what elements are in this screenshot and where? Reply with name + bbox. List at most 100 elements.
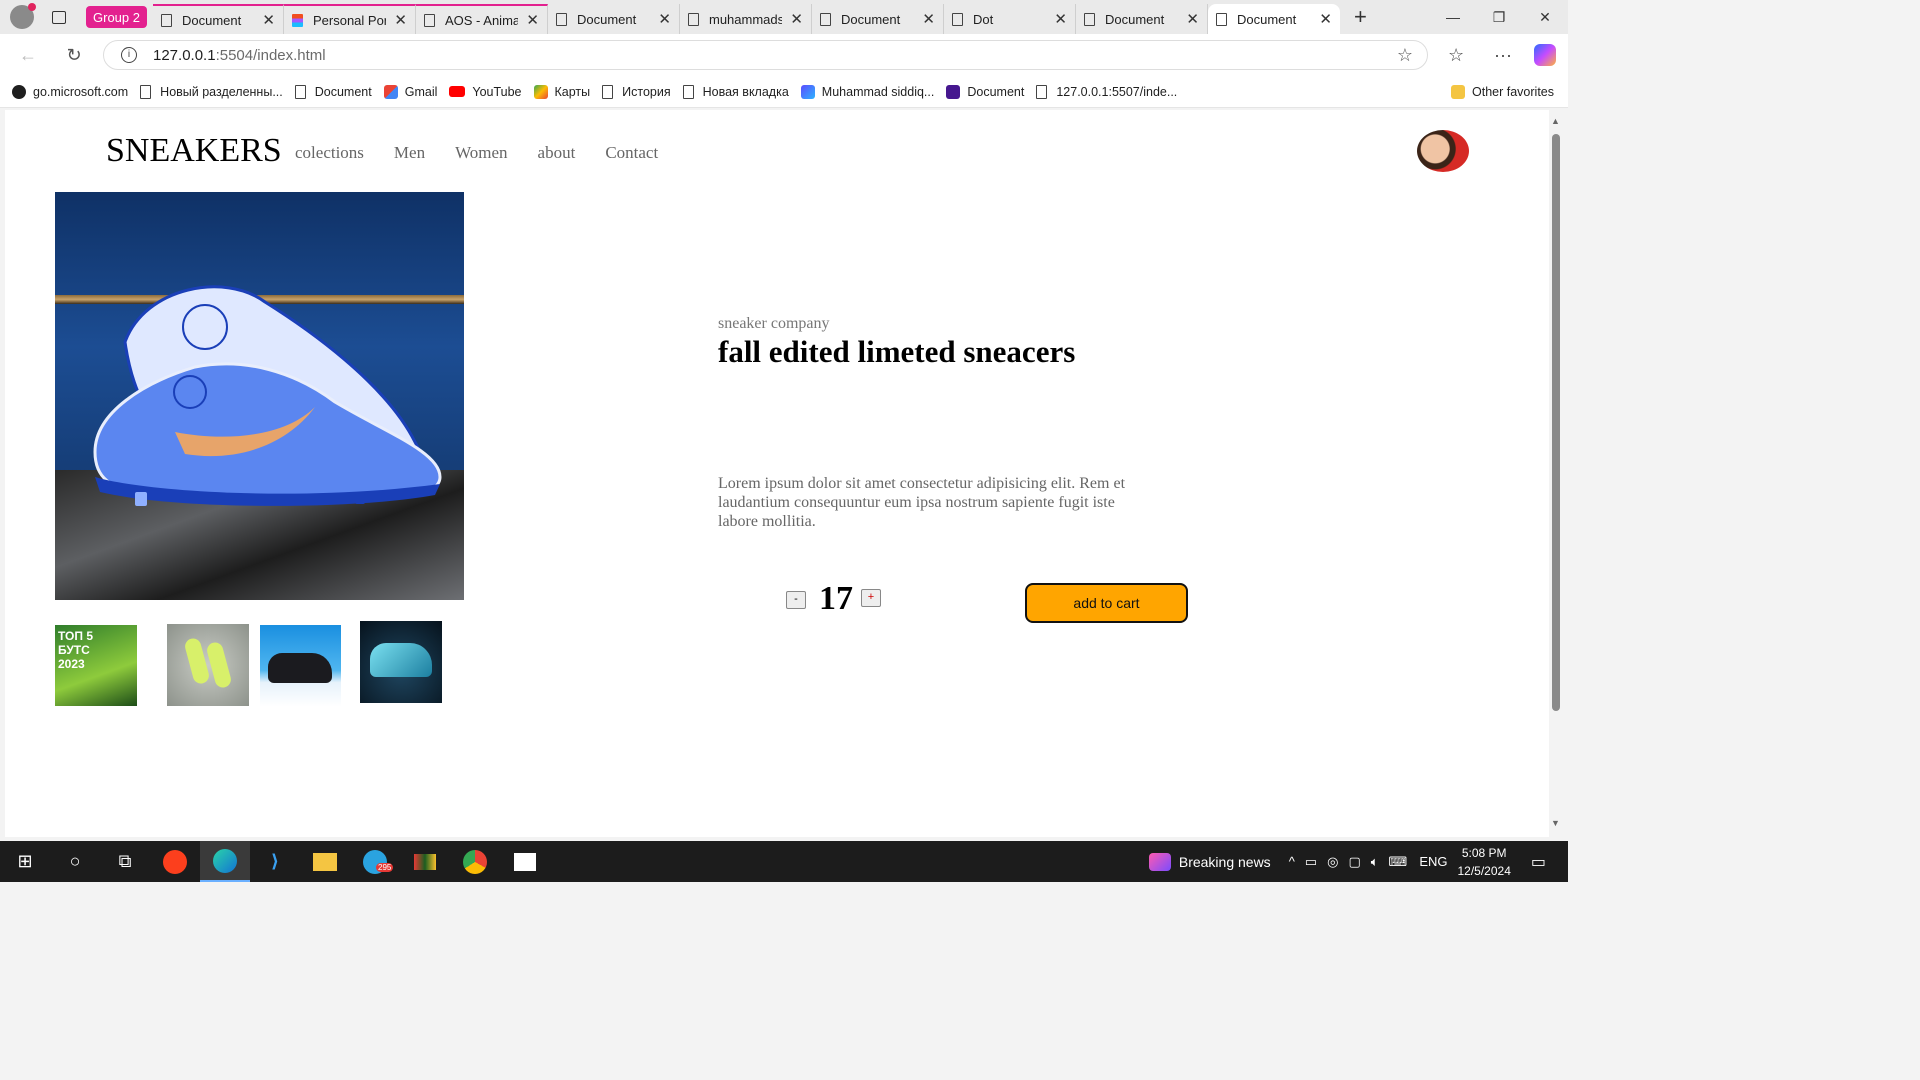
bookmark-other-favorites[interactable]: Other favorites (1451, 84, 1554, 99)
thumbnail-2[interactable] (167, 624, 249, 706)
language-indicator[interactable]: ENG (1419, 854, 1447, 869)
tab-muhammads[interactable]: muhammads ✕ (680, 4, 812, 34)
reload-icon[interactable]: ↻ (51, 45, 97, 66)
tab-personal-port[interactable]: Personal Port ✕ (283, 4, 416, 34)
user-avatar[interactable] (1417, 130, 1469, 172)
nav-about[interactable]: about (538, 143, 576, 163)
bookmarks-bar: go.microsoft.com Новый разделенны... Doc… (0, 76, 1568, 108)
address-bar-row: ← ↻ i 127.0.0.1:5504/index.html ☆ ☆ ··· (0, 34, 1568, 76)
bookmark-new-split[interactable]: Новый разделенны... (140, 84, 283, 99)
vscode-icon[interactable]: ⟩ (250, 841, 300, 882)
app-icon[interactable] (400, 841, 450, 882)
tab-document-2[interactable]: Document ✕ (548, 4, 680, 34)
page-icon (1036, 84, 1048, 99)
notifications-icon[interactable]: ▭ (1531, 852, 1546, 872)
search-icon[interactable]: ○ (50, 841, 100, 882)
page-icon (294, 84, 306, 99)
scrollbar-thumb[interactable] (1552, 134, 1560, 711)
folder-icon (1451, 84, 1466, 99)
tab-document-active[interactable]: Document ✕ (1207, 4, 1340, 34)
network-icon[interactable]: ◎ (1327, 854, 1338, 870)
new-tab-icon[interactable]: + (1354, 4, 1367, 30)
bookmark-new-tab[interactable]: Новая вкладка (682, 84, 789, 99)
close-tab-icon[interactable]: ✕ (658, 10, 671, 28)
youtube-icon (449, 86, 466, 97)
close-tab-icon[interactable]: ✕ (790, 10, 803, 28)
page-scrollbar[interactable]: ▲ ▼ (1549, 110, 1568, 837)
close-window-icon[interactable]: ✕ (1522, 0, 1568, 34)
scroll-up-icon[interactable]: ▲ (1551, 116, 1560, 126)
nav-women[interactable]: Women (455, 143, 507, 163)
bookmark-microsoft[interactable]: go.microsoft.com (12, 84, 128, 99)
battery-icon[interactable]: ▭ (1305, 854, 1317, 870)
bookmark-kahoot-document[interactable]: Document (946, 84, 1024, 99)
task-view-icon[interactable]: ⧉ (100, 841, 150, 882)
meet-icon[interactable]: ▢ (1348, 854, 1360, 870)
edge-icon[interactable] (200, 841, 250, 882)
thumbnail-1[interactable]: ТОП 5 БУТС 2023 (55, 625, 137, 706)
close-tab-icon[interactable]: ✕ (1186, 10, 1199, 28)
news-icon (1148, 852, 1171, 871)
bookmark-localhost[interactable]: 127.0.0.1:5507/inde... (1036, 84, 1177, 99)
site-info-icon[interactable]: i (121, 47, 137, 63)
thumbnail-3[interactable] (260, 625, 341, 707)
clock[interactable]: 5:08 PM 12/5/2024 (1457, 844, 1510, 880)
page-icon (951, 12, 963, 26)
microsoft-icon (12, 84, 26, 99)
scroll-down-icon[interactable]: ▼ (1551, 818, 1560, 828)
keyboard-icon[interactable]: ⌨ (1389, 854, 1408, 870)
bookmark-youtube[interactable]: YouTube (449, 85, 522, 99)
favorite-star-icon[interactable]: ☆ (1397, 45, 1413, 66)
start-icon[interactable]: ⊞ (0, 841, 50, 882)
close-tab-icon[interactable]: ✕ (1319, 10, 1332, 28)
page-icon (1215, 12, 1227, 26)
quantity-increase-button[interactable]: + (861, 589, 881, 607)
copilot-icon[interactable] (1534, 44, 1556, 66)
windows-taskbar: ⊞ ○ ⧉ ⟩ 295 Breaking news ^ ▭ ◎ ▢ 🔈︎ ⌨ E… (0, 841, 1568, 882)
close-tab-icon[interactable]: ✕ (262, 11, 275, 29)
brand-logo[interactable]: SNEAKERS (106, 132, 282, 170)
favorites-icon[interactable]: ☆ (1448, 34, 1464, 76)
chrome-icon[interactable] (450, 841, 500, 882)
close-tab-icon[interactable]: ✕ (526, 11, 539, 29)
add-to-cart-button[interactable]: add to cart (1025, 583, 1188, 623)
bookmark-gmail[interactable]: Gmail (383, 84, 437, 99)
close-tab-icon[interactable]: ✕ (1054, 10, 1067, 28)
page-icon (602, 84, 614, 99)
restore-icon[interactable]: ❐ (1476, 0, 1522, 34)
tab-dot[interactable]: Dot ✕ (944, 4, 1076, 34)
nav-men[interactable]: Men (394, 143, 425, 163)
tab-aos-anima[interactable]: AOS - Anima ✕ (415, 4, 548, 34)
file-explorer-icon[interactable] (300, 841, 350, 882)
bookmark-maps[interactable]: Карты (533, 84, 590, 99)
chevron-up-icon[interactable]: ^ (1289, 854, 1295, 869)
close-tab-icon[interactable]: ✕ (394, 11, 407, 29)
yandex-browser-icon[interactable] (150, 841, 200, 882)
close-tab-icon[interactable]: ✕ (922, 10, 935, 28)
url-field[interactable]: i 127.0.0.1:5504/index.html ☆ (103, 40, 1428, 70)
main-product-image (55, 192, 464, 600)
tab-group-label[interactable]: Group 2 (86, 6, 147, 28)
more-menu-icon[interactable]: ··· (1494, 34, 1512, 76)
bookmark-muhammad[interactable]: Muhammad siddiq... (800, 84, 934, 99)
minimize-icon[interactable]: — (1430, 0, 1476, 34)
tab-document-4[interactable]: Document ✕ (1076, 4, 1208, 34)
bookmark-history[interactable]: История (602, 84, 671, 99)
breaking-news[interactable]: Breaking news (1179, 854, 1271, 870)
page-icon (687, 12, 699, 26)
tab-document-1[interactable]: Document ✕ (152, 4, 284, 34)
telegram-icon[interactable]: 295 (350, 841, 400, 882)
nav-contact[interactable]: Contact (605, 143, 658, 163)
profile-avatar-icon[interactable] (10, 3, 36, 29)
thumbnail-4[interactable] (360, 621, 442, 703)
app-icon (800, 84, 815, 99)
photos-icon[interactable] (500, 841, 550, 882)
quantity-decrease-button[interactable]: - (786, 591, 806, 609)
volume-icon[interactable]: 🔈︎ (1371, 854, 1379, 870)
back-icon[interactable]: ← (5, 45, 51, 66)
bookmark-document[interactable]: Document (294, 84, 372, 99)
tab-actions-icon[interactable] (52, 10, 66, 24)
nav-collections[interactable]: colections (295, 143, 364, 163)
page-icon (555, 12, 567, 26)
tab-document-3[interactable]: Document ✕ (812, 4, 944, 34)
